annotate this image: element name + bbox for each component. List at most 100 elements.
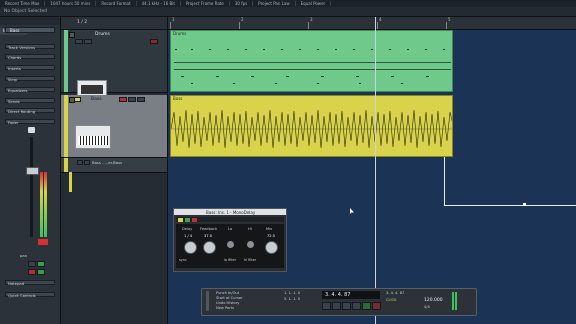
track-name[interactable]: Bass — [91, 97, 102, 102]
read-button[interactable] — [84, 160, 90, 165]
read-button[interactable] — [185, 217, 190, 222]
midi-part-drums[interactable]: Drums — [170, 30, 453, 92]
arrange-window[interactable]: 1 2 3 4 5 Drums Bass — [168, 17, 576, 324]
fader-track — [30, 137, 33, 237]
click-toggle[interactable]: CLICK — [386, 298, 396, 302]
section-strip[interactable]: Strip — [5, 76, 55, 82]
record-enable-button[interactable] — [119, 97, 127, 102]
track-row-bass[interactable]: Bass — [61, 95, 167, 158]
param-label: Mix — [266, 227, 273, 231]
tempo-value[interactable]: 120.000 — [424, 298, 443, 303]
volume-fader-handle[interactable] — [26, 167, 39, 175]
section-chords[interactable]: Chords — [5, 54, 55, 60]
delay-knob[interactable] — [184, 241, 197, 254]
mute-button[interactable] — [128, 97, 136, 102]
ruler-label: 3 — [310, 17, 313, 22]
feedback-knob[interactable] — [203, 241, 216, 254]
track-row-drums[interactable]: Drums — [61, 30, 167, 100]
section-fader[interactable]: Fader — [5, 119, 55, 125]
level-meter-left — [40, 172, 43, 237]
plugin-title-bar[interactable]: Bass: Ins. 1 - MonoDelay — [174, 209, 286, 215]
ruler-label: 4 — [379, 17, 382, 22]
status-item: 44.1 kHz - 16 Bit — [137, 1, 181, 6]
status-item: Project Pan Law — [253, 1, 296, 6]
record-enable-button[interactable] — [28, 269, 36, 275]
filter-label[interactable]: lo filter — [224, 258, 236, 262]
solo-button[interactable] — [84, 39, 92, 44]
transport-menu-item[interactable]: Undo History — [216, 301, 239, 305]
mouse-cursor-icon — [350, 199, 354, 214]
track-counter: 1 / 2 — [77, 20, 88, 25]
section-direct-routing[interactable]: Direct Routing — [5, 108, 55, 114]
automation-line — [444, 157, 445, 205]
part-name: Bass — [173, 96, 183, 101]
section-track-versions[interactable]: Track Versions — [5, 44, 55, 50]
param-label: Hi — [248, 227, 252, 231]
position-display[interactable]: 3. 4. 4. 87 — [322, 291, 380, 299]
track-name[interactable]: Bass - ...er-Bass — [92, 160, 122, 165]
track-expand-icon[interactable] — [69, 32, 75, 38]
rewind-button[interactable] — [322, 302, 331, 310]
play-button[interactable] — [362, 302, 371, 310]
solo-button[interactable] — [37, 261, 45, 267]
sync-label[interactable]: sync — [179, 258, 187, 262]
selection-status: No Object Selected — [4, 9, 48, 14]
section-sends[interactable]: Sends — [5, 98, 55, 104]
status-item: 1047 hours 50 mins — [45, 1, 97, 6]
bypass-button[interactable] — [178, 217, 183, 222]
track-name[interactable]: Drums — [95, 32, 110, 37]
fader-pan-knob[interactable] — [28, 127, 35, 133]
cycle-button[interactable] — [342, 302, 351, 310]
stop-button[interactable] — [352, 302, 361, 310]
transport-menu-item[interactable]: New Parts — [216, 306, 234, 310]
secondary-position[interactable]: 3. 4. 4. 87 — [386, 291, 404, 295]
record-monitor-icon[interactable] — [74, 97, 81, 102]
mute-button[interactable] — [75, 39, 83, 44]
playhead-cursor[interactable] — [375, 17, 376, 324]
transport-menu-item[interactable]: Start at Cursor — [216, 296, 243, 300]
write-button[interactable] — [192, 217, 197, 222]
left-locator[interactable]: 1. 1. 1. 0 — [284, 291, 300, 295]
filter-label[interactable]: hi filter — [244, 258, 256, 262]
inspector-tabs: Inspector Visibility — [0, 17, 60, 35]
track-list-header: 1 / 2 — [61, 17, 167, 30]
plugin-title: Bass: Ins. 1 - MonoDelay — [206, 209, 256, 215]
track-row-bass-automation[interactable]: Bass - ...er-Bass — [61, 158, 167, 173]
transport-grip[interactable] — [206, 291, 209, 311]
input-meter-right — [455, 292, 457, 310]
plugin-window-monodelay[interactable]: Bass: Ins. 1 - MonoDelay Delay Feedback … — [173, 208, 287, 272]
right-locator[interactable]: 5. 1. 1. 0 — [284, 297, 300, 301]
fast-forward-button[interactable] — [332, 302, 341, 310]
mute-button[interactable] — [77, 160, 83, 165]
track-color-strip — [64, 158, 68, 172]
section-inserts[interactable]: Inserts — [5, 65, 55, 71]
midi-notes — [174, 49, 451, 84]
record-enable-button[interactable] — [150, 39, 158, 44]
mute-button[interactable] — [28, 261, 36, 267]
status-item: 30 fps — [230, 1, 254, 6]
solo-button[interactable] — [137, 97, 145, 102]
monitor-button[interactable] — [37, 269, 45, 275]
section-notepad[interactable]: Notepad — [5, 280, 55, 286]
signature-value[interactable]: 4/4 — [424, 305, 430, 309]
inspector-panel: Inspector Visibility Bass Track Versions… — [0, 17, 61, 324]
mix-knob[interactable] — [265, 241, 278, 254]
timeline-ruler[interactable]: 1 2 3 4 5 — [168, 17, 576, 30]
status-item: Equal Power — [296, 1, 332, 6]
hi-filter-knob[interactable] — [247, 241, 254, 248]
param-label: Delay — [182, 227, 193, 231]
record-button[interactable] — [372, 302, 381, 310]
inspector-track-name[interactable]: Bass — [5, 27, 55, 33]
input-meter-left — [452, 292, 454, 310]
transport-menu-item[interactable]: Punch In/Out — [216, 291, 239, 295]
param-label: Feedback — [200, 227, 218, 231]
param-label: Lo — [228, 227, 233, 231]
lo-filter-knob[interactable] — [227, 241, 234, 248]
synth-instrument-icon — [75, 125, 111, 149]
section-quick-controls[interactable]: Quick Controls — [5, 292, 55, 298]
info-line: No Object Selected — [0, 7, 576, 17]
section-equalizers[interactable]: Equalizers — [5, 87, 55, 93]
automation-point[interactable] — [523, 203, 526, 206]
clip-indicator[interactable] — [38, 239, 48, 245]
audio-part-bass[interactable]: Bass — [170, 95, 453, 157]
